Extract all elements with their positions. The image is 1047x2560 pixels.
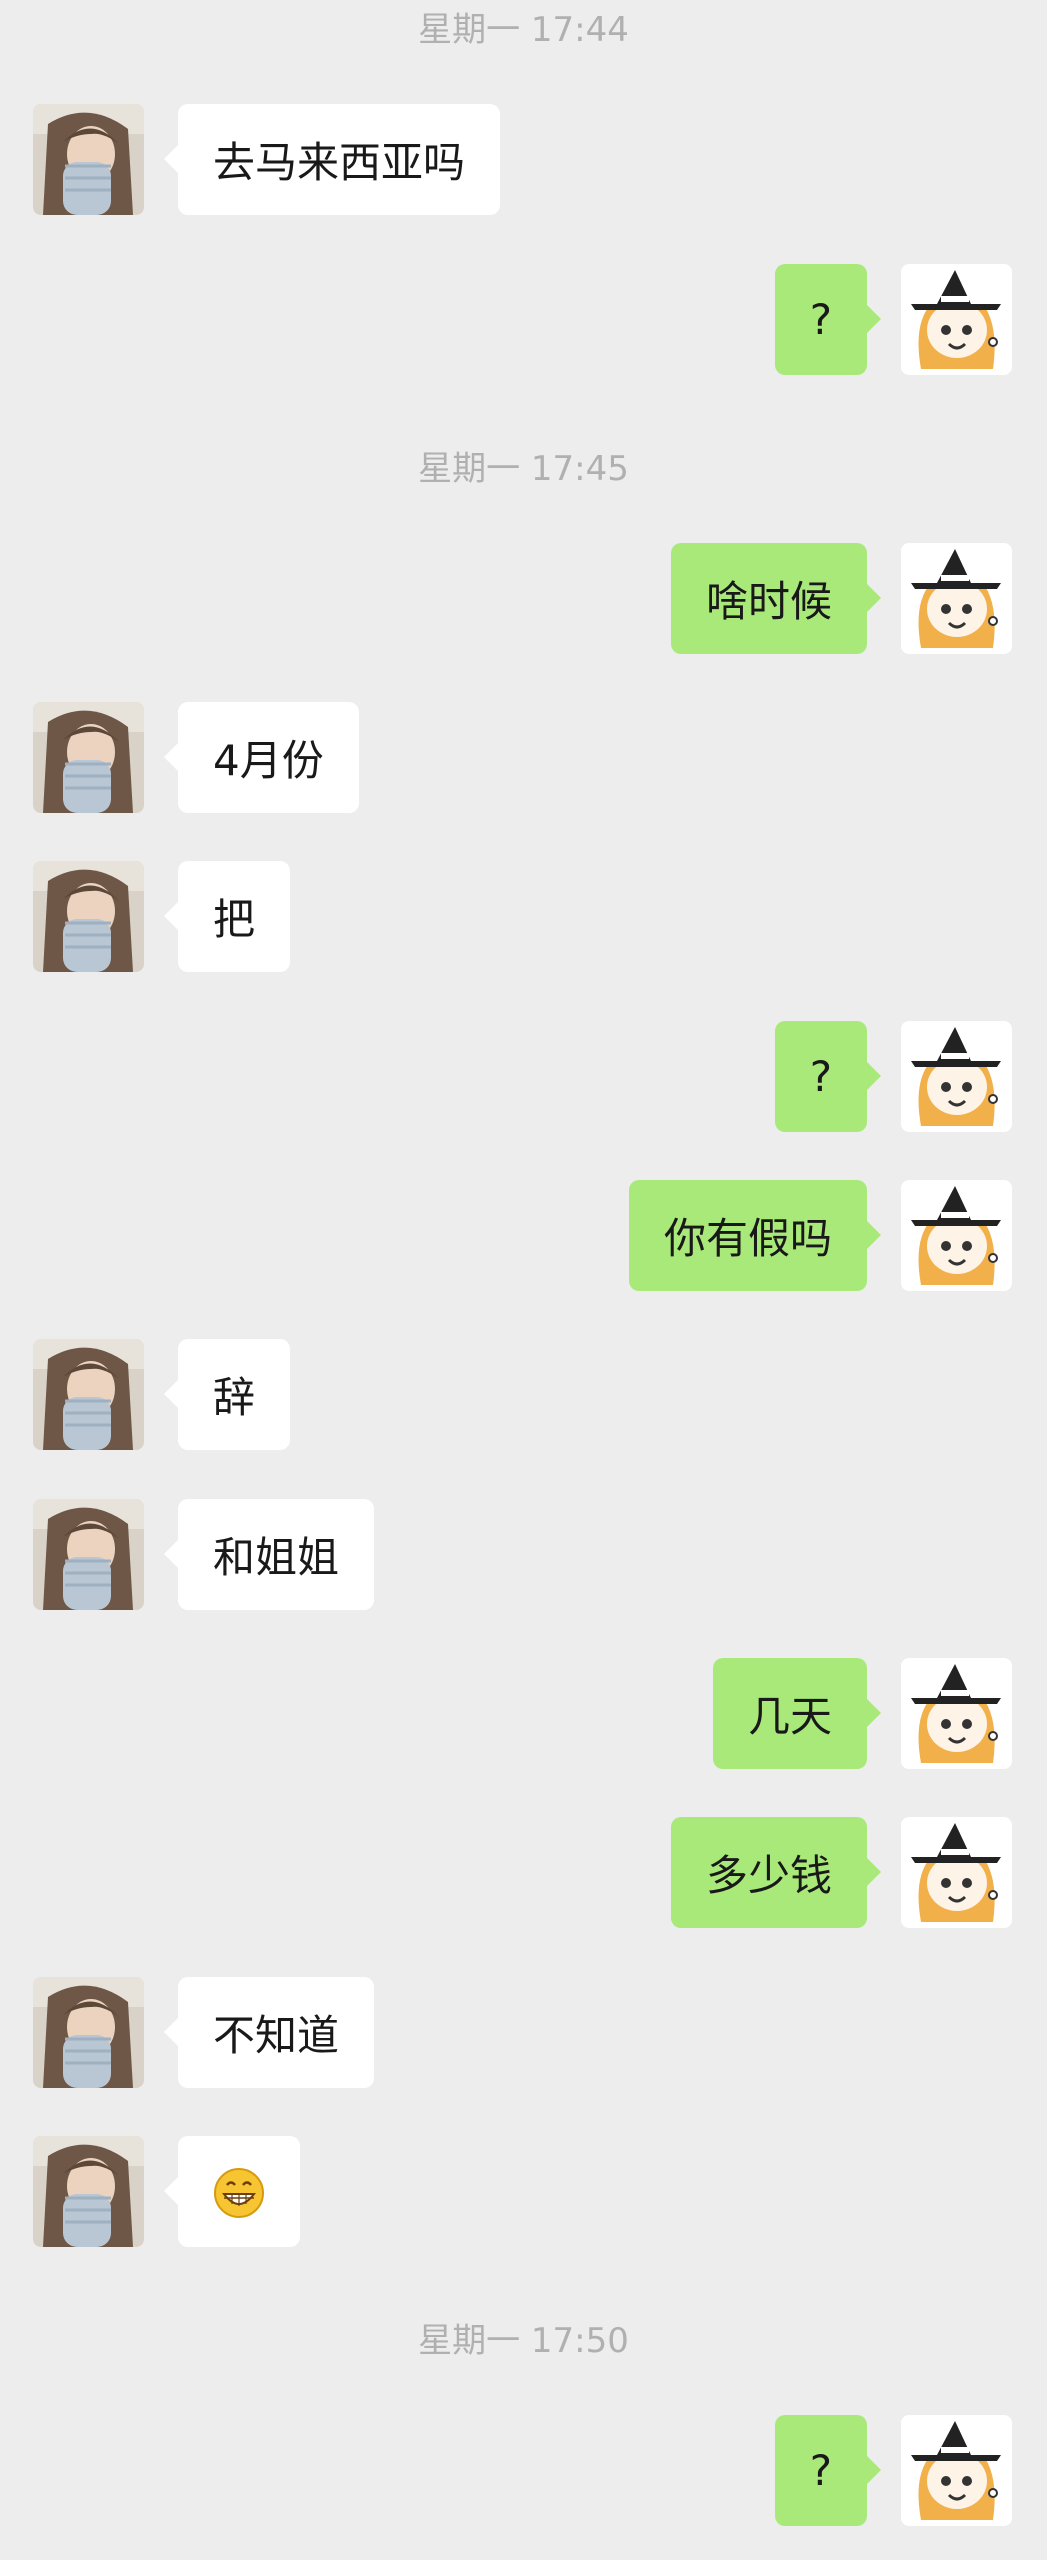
friend-avatar[interactable]	[33, 2136, 144, 2247]
outgoing-message-bubble[interactable]: ?	[774, 264, 882, 375]
outgoing-message-bubble[interactable]: 几天	[712, 1658, 882, 1769]
friend-avatar[interactable]	[33, 104, 144, 215]
friend-avatar[interactable]	[33, 1499, 144, 1610]
my-avatar[interactable]	[901, 2415, 1012, 2526]
my-avatar[interactable]	[901, 1180, 1012, 1291]
outgoing-message-bubble[interactable]: 你有假吗	[628, 1180, 882, 1291]
grinning-face-emoji	[214, 2167, 264, 2218]
chat-window: 星期一 17:44 去马来西亚吗 ? 星期一 17:45 啥时候 4月份 把 ?…	[0, 0, 1047, 2560]
friend-avatar[interactable]	[33, 1977, 144, 2088]
friend-avatar[interactable]	[33, 702, 144, 813]
my-avatar[interactable]	[901, 543, 1012, 654]
timestamp: 星期一 17:45	[418, 449, 629, 489]
outgoing-message-bubble[interactable]: ?	[774, 1021, 882, 1132]
my-avatar[interactable]	[901, 1658, 1012, 1769]
incoming-message-bubble[interactable]: 辞	[163, 1339, 291, 1450]
outgoing-message-bubble[interactable]: 啥时候	[670, 543, 882, 654]
timestamp: 星期一 17:50	[418, 2321, 629, 2361]
incoming-message-bubble[interactable]: 不知道	[163, 1977, 375, 2088]
incoming-message-bubble[interactable]: 和姐姐	[163, 1499, 375, 1610]
friend-avatar[interactable]	[33, 861, 144, 972]
friend-avatar[interactable]	[33, 1339, 144, 1450]
my-avatar[interactable]	[901, 264, 1012, 375]
outgoing-message-bubble[interactable]: ?	[774, 2415, 882, 2526]
my-avatar[interactable]	[901, 1817, 1012, 1928]
outgoing-message-bubble[interactable]: 多少钱	[670, 1817, 882, 1928]
incoming-message-bubble[interactable]: 4月份	[164, 702, 359, 813]
my-avatar[interactable]	[901, 1021, 1012, 1132]
incoming-message-bubble[interactable]: 去马来西亚吗	[163, 104, 501, 215]
timestamp: 星期一 17:44	[418, 10, 629, 50]
incoming-message-bubble[interactable]	[164, 2136, 300, 2247]
incoming-message-bubble[interactable]: 把	[163, 861, 291, 972]
